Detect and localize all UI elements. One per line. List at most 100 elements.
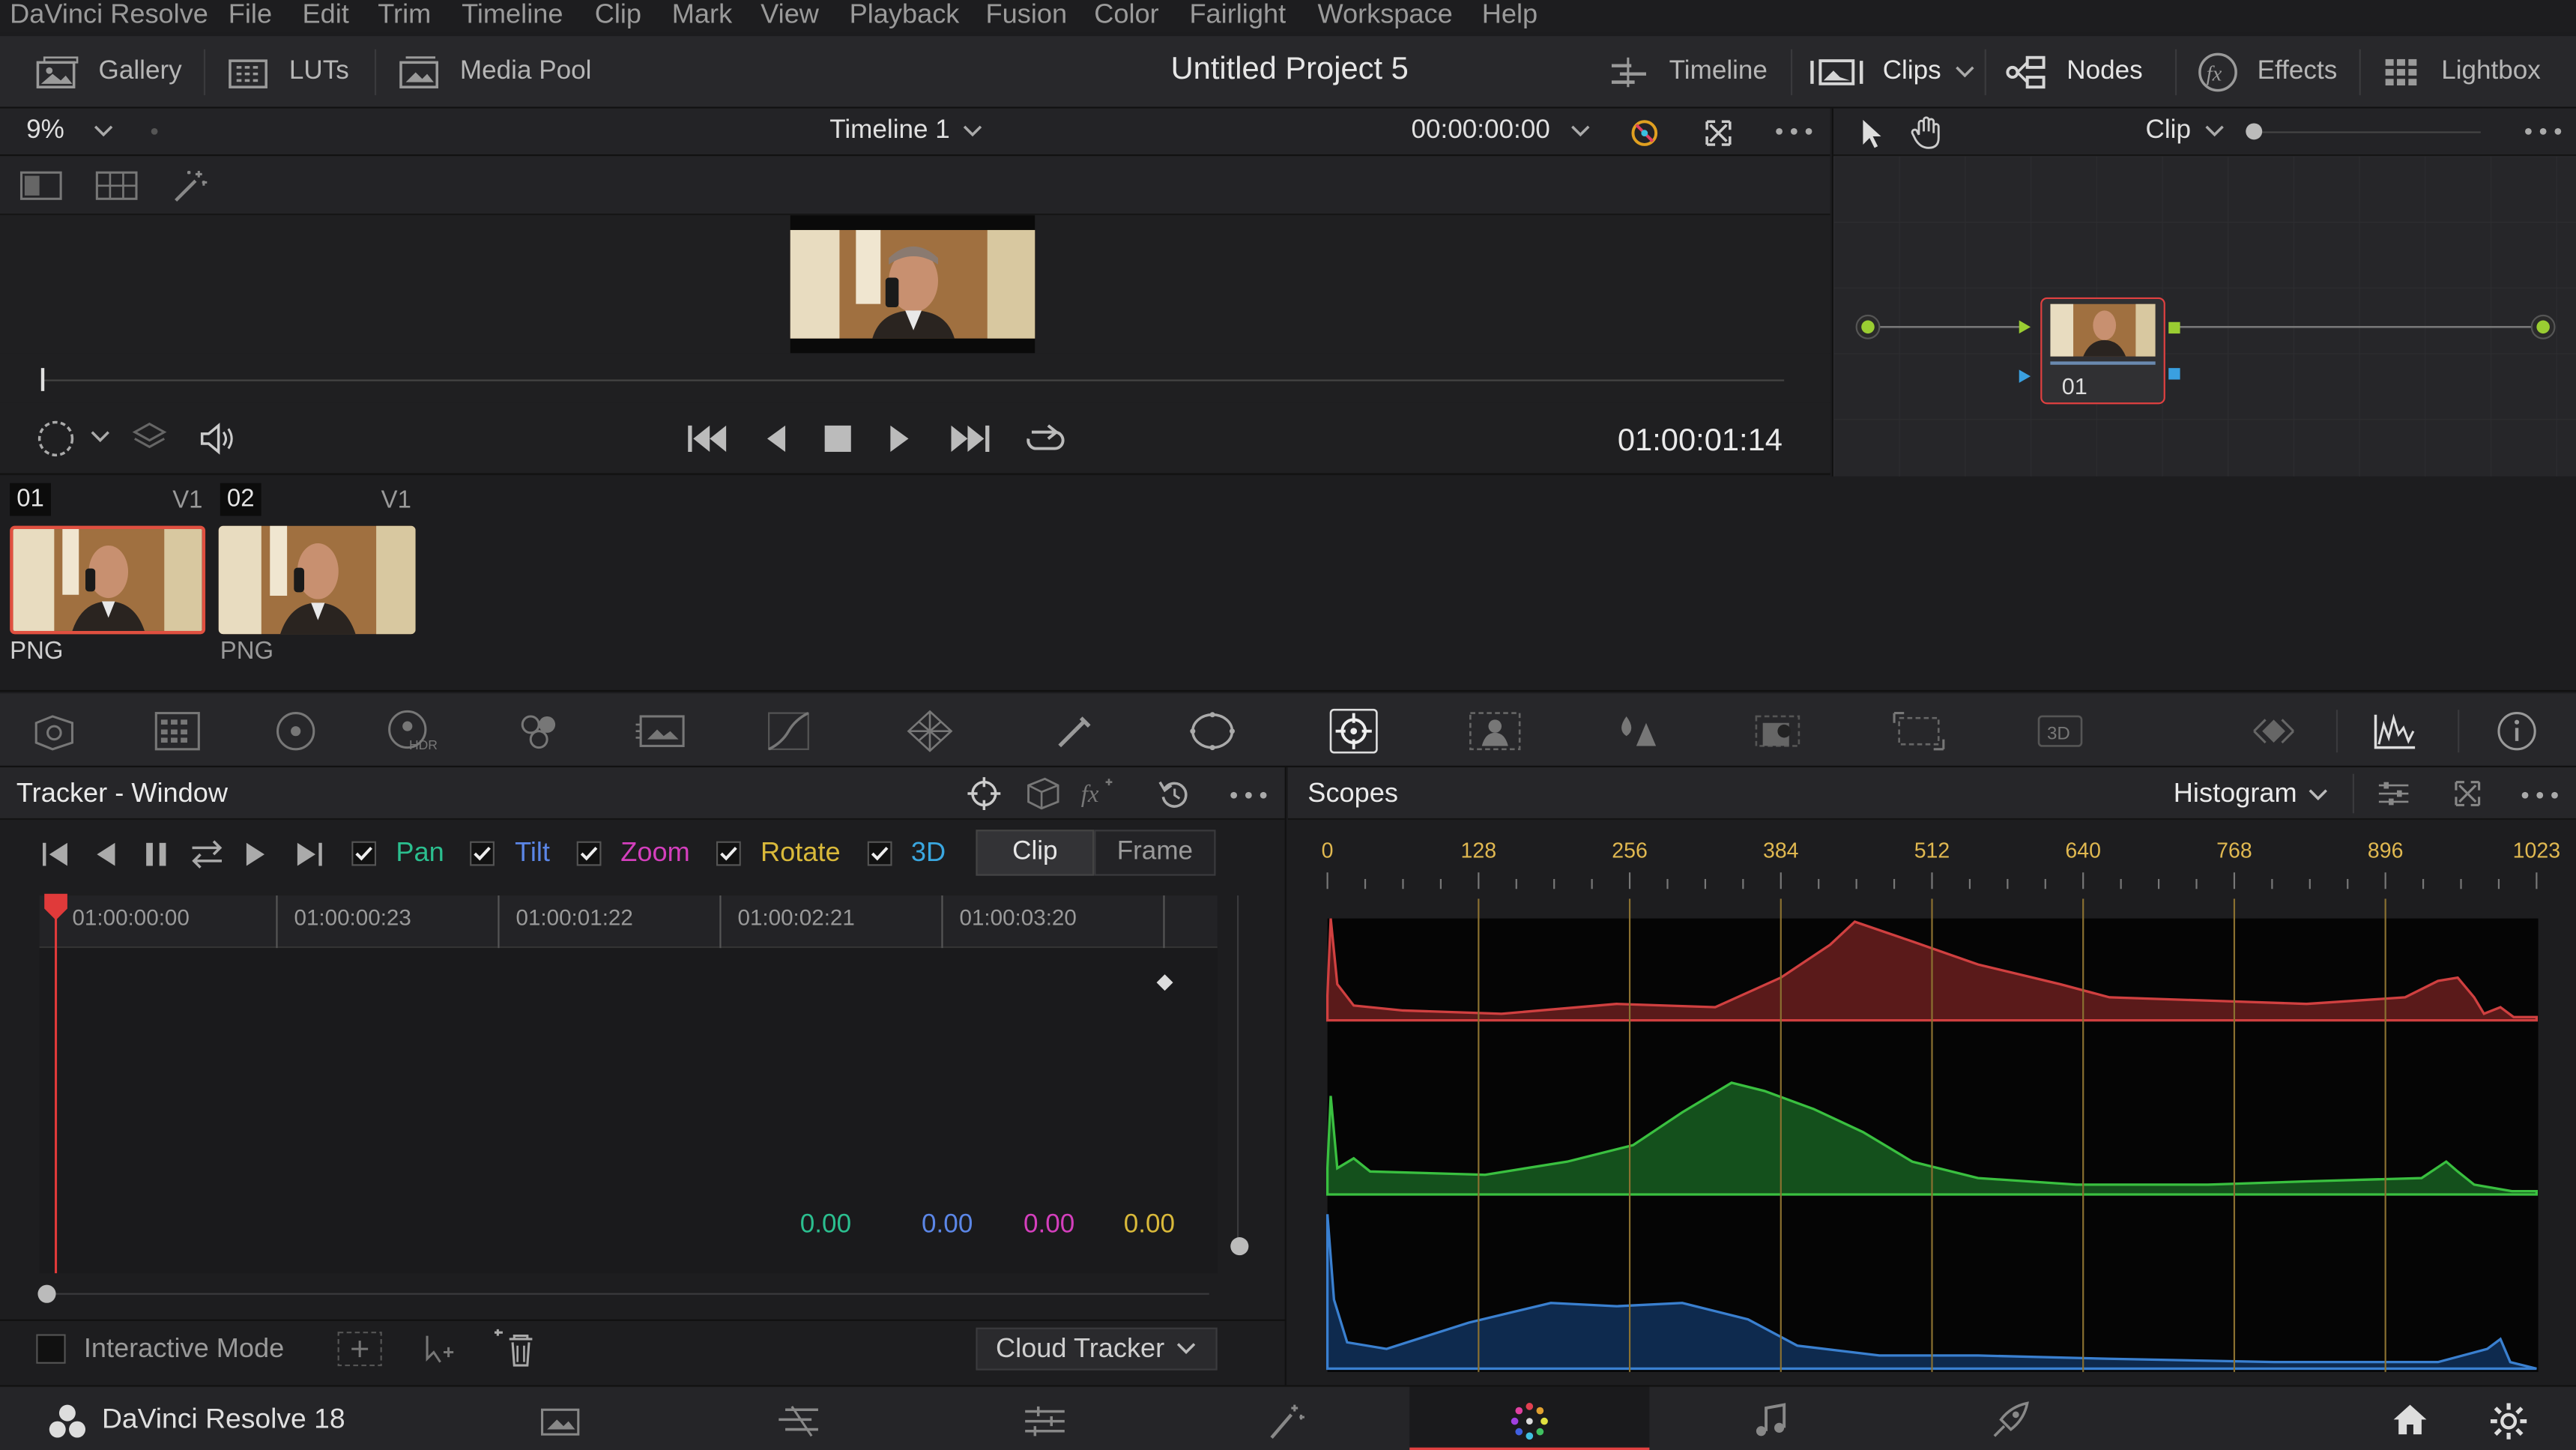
sizing-icon[interactable]: [1889, 707, 1948, 756]
grid-icon[interactable]: [95, 171, 138, 200]
insert-feature-points-icon[interactable]: [335, 1329, 384, 1369]
gallery-button[interactable]: Gallery: [33, 36, 182, 108]
menu-edit[interactable]: Edit: [302, 0, 348, 31]
window-icon[interactable]: [1183, 707, 1242, 756]
scope-mode-dropdown[interactable]: Histogram: [2174, 779, 2330, 810]
menu-file[interactable]: File: [229, 0, 272, 31]
3d-icon[interactable]: 3D: [2031, 707, 2090, 756]
media-pool-button[interactable]: Media Pool: [398, 36, 591, 108]
scope-settings-icon[interactable]: [2375, 777, 2411, 810]
track-reverse-icon[interactable]: [92, 839, 118, 869]
highlight-icon[interactable]: [1627, 115, 1663, 151]
clips-button[interactable]: Clips: [1807, 36, 1994, 108]
fx-track-icon[interactable]: fx: [1077, 776, 1117, 812]
menu-app[interactable]: DaVinci Resolve: [10, 0, 208, 31]
hand-icon[interactable]: [1909, 115, 1945, 151]
more-options-icon[interactable]: [1229, 788, 1269, 802]
more-options-icon[interactable]: [1774, 125, 1814, 139]
pan-checkbox[interactable]: [351, 841, 377, 866]
volume-icon[interactable]: [197, 420, 237, 456]
3d-checkbox[interactable]: [866, 841, 892, 866]
media-page-icon[interactable]: [539, 1403, 581, 1439]
luts-button[interactable]: LUTs: [227, 36, 349, 108]
frame-mode-button[interactable]: Frame: [1094, 830, 1216, 876]
clip-mode-dropdown[interactable]: Clip: [2146, 117, 2228, 146]
pointer-icon[interactable]: [1857, 117, 1886, 150]
vertical-zoom-track[interactable]: [1237, 895, 1239, 1244]
more-options-icon[interactable]: [2524, 125, 2563, 139]
clip-thumbnail-01[interactable]: [10, 525, 206, 635]
track-forward-end-icon[interactable]: [292, 839, 325, 869]
cut-page-icon[interactable]: [775, 1403, 825, 1439]
node-graph[interactable]: [1833, 156, 2576, 477]
keyframe-marker[interactable]: [1155, 973, 1174, 992]
tracker-icon[interactable]: [1324, 707, 1383, 756]
info-icon[interactable]: [2488, 707, 2547, 756]
scopes-icon[interactable]: [2365, 707, 2425, 756]
menu-view[interactable]: View: [761, 0, 819, 31]
lightbox-button[interactable]: Lightbox: [2382, 36, 2541, 108]
interactive-mode-checkbox[interactable]: [36, 1334, 66, 1364]
color-warper-icon[interactable]: [901, 707, 960, 756]
timeline-selector[interactable]: Timeline 1: [829, 117, 986, 146]
clip-thumbnail-02[interactable]: [218, 525, 416, 635]
settings-gear-icon[interactable]: [2488, 1400, 2530, 1443]
zoom-checkbox[interactable]: [576, 841, 601, 866]
color-wheels-icon[interactable]: [266, 707, 325, 756]
loop-selection-icon[interactable]: [33, 419, 79, 459]
chevron-down-icon[interactable]: [88, 429, 112, 445]
horizontal-zoom-track[interactable]: [46, 1293, 1209, 1295]
track-forward-icon[interactable]: [244, 839, 270, 869]
set-points-icon[interactable]: [420, 1329, 460, 1369]
effects-button[interactable]: fx Effects: [2195, 36, 2337, 108]
horizontal-zoom-handle[interactable]: [37, 1284, 56, 1303]
camera-raw-icon[interactable]: [26, 707, 85, 756]
curves-icon[interactable]: [759, 707, 818, 756]
node-01[interactable]: 01: [2040, 297, 2165, 405]
clip-mode-button[interactable]: Clip: [976, 830, 1095, 876]
more-options-icon[interactable]: [2520, 788, 2560, 802]
pause-icon[interactable]: [142, 839, 171, 869]
deliver-page-icon[interactable]: [1988, 1400, 2031, 1443]
menu-timeline[interactable]: Timeline: [462, 0, 563, 31]
nodes-button[interactable]: Nodes: [2004, 36, 2143, 108]
menu-workspace[interactable]: Workspace: [1317, 0, 1452, 31]
menu-trim[interactable]: Trim: [378, 0, 431, 31]
menu-help[interactable]: Help: [1482, 0, 1538, 31]
track-reverse-start-icon[interactable]: [40, 839, 73, 869]
menu-playback[interactable]: Playback: [850, 0, 960, 31]
track-point-icon[interactable]: [966, 776, 1002, 812]
delete-points-icon[interactable]: [489, 1326, 539, 1368]
menu-fairlight[interactable]: Fairlight: [1189, 0, 1286, 31]
blur-icon[interactable]: [1606, 707, 1666, 756]
home-icon[interactable]: [2390, 1401, 2430, 1437]
fusion-page-icon[interactable]: [1265, 1401, 1307, 1441]
zoom-dropdown[interactable]: 9%: [26, 117, 117, 146]
viewer-scrubber[interactable]: [0, 353, 1830, 403]
skip-to-start-icon[interactable]: [685, 420, 731, 456]
scrubber-playhead[interactable]: [40, 368, 45, 391]
skip-to-end-icon[interactable]: [946, 420, 992, 456]
fullscreen-icon[interactable]: [1702, 117, 1735, 150]
color-page-tab[interactable]: [1409, 1386, 1650, 1450]
motion-effects-icon[interactable]: [631, 707, 690, 756]
rgb-mixer-icon[interactable]: [510, 707, 569, 756]
stop-icon[interactable]: [823, 424, 852, 453]
split-screen-icon[interactable]: [19, 171, 62, 200]
color-match-icon[interactable]: [148, 707, 207, 756]
tilt-checkbox[interactable]: [470, 841, 495, 866]
tracker-playhead[interactable]: [43, 892, 69, 1274]
qualifier-icon[interactable]: [1044, 707, 1104, 756]
node-zoom-handle[interactable]: [2246, 123, 2263, 140]
track-both-icon[interactable]: [187, 838, 227, 871]
reset-icon[interactable]: [1157, 776, 1193, 812]
magic-wand-icon[interactable]: [171, 166, 211, 205]
edit-page-icon[interactable]: [1022, 1403, 1068, 1439]
menu-color[interactable]: Color: [1094, 0, 1158, 31]
node-zoom-slider[interactable]: [2254, 131, 2481, 133]
timeline-button[interactable]: Timeline: [1606, 36, 1768, 108]
layers-icon[interactable]: [131, 420, 167, 453]
vertical-zoom-handle[interactable]: [1230, 1237, 1249, 1256]
key-icon[interactable]: [1748, 707, 1807, 756]
menu-fusion[interactable]: Fusion: [986, 0, 1068, 31]
